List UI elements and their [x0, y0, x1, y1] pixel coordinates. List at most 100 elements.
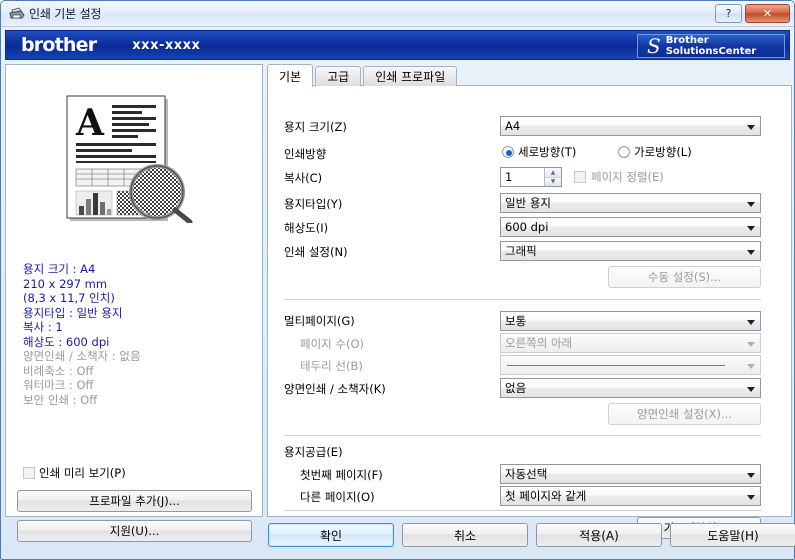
summary-paper-dimensions-mm: 210 x 297 mm — [23, 276, 108, 291]
chevron-down-icon — [747, 250, 755, 255]
orientation-landscape-label: 가로방향(L) — [634, 145, 692, 159]
multiple-page-value: 보통 — [505, 314, 527, 328]
paper-size-select[interactable]: A4 — [500, 116, 761, 136]
paper-source-label-row: 용지공급(E) — [284, 444, 343, 460]
orientation-label: 인쇄방향 — [284, 147, 327, 161]
manual-settings-button: 수동 설정(S)... — [608, 266, 761, 288]
copies-label-row: 복사(C) — [284, 170, 322, 186]
orientation-portrait-label: 세로방향(T) — [518, 145, 577, 159]
orientation-label-row: 인쇄방향 — [284, 146, 326, 162]
cancel-button[interactable]: 취소 — [402, 523, 528, 547]
printer-icon — [8, 6, 26, 22]
resolution-label-row: 해상도(I) — [284, 220, 328, 236]
summary-watermark: 워터마크 : Off — [23, 378, 94, 392]
tab-basic[interactable]: 기본 — [267, 64, 314, 87]
preview-panel: A 용지 크기: A4 210 x 297 mm (8,3 x 11,7 인치… — [5, 64, 263, 542]
apply-button[interactable]: 적용(A) — [536, 523, 662, 547]
radio-portrait-icon — [502, 146, 514, 158]
summary-resolution: 해상도 : 600 dpi — [23, 334, 110, 349]
dialog-button-bar: 확인 취소 적용(A) 도움말(H) — [268, 523, 795, 547]
first-page-label: 첫번째 페이지(F) — [300, 468, 383, 482]
support-button[interactable]: 지원(U)... — [17, 520, 252, 542]
settings-panel: 기본 고급 인쇄 프로파일 용지 크기(Z) A4 인쇄방향 세로방향(T) 가… — [267, 64, 792, 539]
multiple-page-label: 멀티페이지(G) — [284, 314, 355, 328]
close-icon[interactable]: ✕ — [745, 4, 790, 23]
stepper-up-icon[interactable]: ▲ — [545, 168, 561, 178]
media-type-select[interactable]: 일반 용지 — [500, 193, 761, 213]
border-line-label: 테두리 선(B) — [300, 359, 363, 373]
other-pages-label-row: 다른 페이지(O) — [300, 489, 375, 505]
copies-stepper[interactable]: 1 ▲ ▼ — [500, 167, 562, 187]
media-type-label: 용지타입(Y) — [284, 197, 343, 211]
print-settings-summary: 용지 크기 : A4 210 x 297 mm (8,3 x 11,7 인치) … — [23, 262, 141, 407]
divider-2 — [284, 435, 761, 436]
page-order-label: 페이지 수(O) — [300, 337, 364, 351]
chevron-down-icon — [747, 364, 755, 369]
chevron-down-icon — [747, 495, 755, 500]
multiple-page-select[interactable]: 보통 — [500, 311, 761, 331]
orientation-landscape-radio[interactable]: 가로방향(L) — [618, 144, 692, 160]
border-line-select — [500, 355, 761, 375]
duplex-label: 양면인쇄 / 소책자(K) — [284, 382, 386, 396]
window-title: 인쇄 기본 설정 — [29, 7, 102, 21]
main-content: A 용지 크기: A4 210 x 297 mm (8,3 x 11,7 인치… — [5, 64, 792, 542]
summary-paper-size: 용지 크기 : A4 — [23, 262, 96, 276]
summary-scaling: 비례축소 : Off — [23, 363, 94, 378]
paper-size-label-row: 용지 크기(Z) — [284, 119, 347, 135]
resolution-select[interactable]: 600 dpi — [500, 217, 761, 237]
stepper-down-icon[interactable]: ▼ — [545, 177, 561, 186]
page-order-select: 오른쪽의 아래 — [500, 333, 761, 353]
paper-size-label: 용지 크기(Z) — [284, 120, 347, 134]
tab-print-profiles[interactable]: 인쇄 프로파일 — [363, 66, 458, 86]
collate-checkbox-box-icon — [574, 171, 586, 183]
chevron-down-icon — [747, 342, 755, 347]
print-preview-label: 인쇄 미리 보기(P) — [39, 466, 126, 480]
divider-3 — [284, 510, 761, 511]
duplex-label-row: 양면인쇄 / 소책자(K) — [284, 381, 386, 397]
brother-logo: brother — [21, 34, 97, 56]
print-settings-label: 인쇄 설정(N) — [284, 245, 348, 259]
multiple-page-label-row: 멀티페이지(G) — [284, 313, 355, 329]
page-order-label-row: 페이지 수(O) — [300, 336, 364, 352]
page-order-value: 오른쪽의 아래 — [505, 336, 573, 350]
print-preview-checkbox[interactable]: 인쇄 미리 보기(P) — [23, 465, 126, 481]
border-line-style-swatch — [507, 364, 725, 366]
document-preview: A — [6, 65, 262, 263]
other-pages-source-select[interactable]: 첫 페이지와 같게 — [500, 486, 761, 506]
copies-value: 1 — [505, 170, 513, 184]
copies-stepper-buttons[interactable]: ▲ ▼ — [544, 168, 561, 186]
chevron-down-icon — [747, 320, 755, 325]
other-pages-label: 다른 페이지(O) — [300, 490, 375, 504]
tab-advanced[interactable]: 고급 — [315, 66, 362, 86]
checkbox-box-icon — [23, 467, 35, 479]
print-settings-value: 그래픽 — [505, 244, 537, 258]
print-settings-select[interactable]: 그래픽 — [500, 241, 761, 261]
first-page-label-row: 첫번째 페이지(F) — [300, 467, 383, 483]
orientation-portrait-radio[interactable]: 세로방향(T) — [502, 144, 576, 160]
title-bar: 인쇄 기본 설정 ? ✕ — [1, 1, 794, 27]
duplex-settings-button: 양면인쇄 설정(X)... — [608, 403, 761, 425]
collate-label: 페이지 정렬(E) — [591, 170, 664, 184]
media-type-label-row: 용지타입(Y) — [284, 196, 342, 212]
duplex-select[interactable]: 없음 — [500, 378, 761, 398]
copies-label: 복사(C) — [284, 171, 323, 185]
document-preview-illustration: A — [64, 93, 199, 226]
solutions-line-1: Brother — [665, 35, 709, 46]
summary-media-type: 용지타입 : 일반 용지 — [23, 305, 123, 320]
svg-text:A: A — [75, 102, 105, 144]
summary-copies: 복사 : 1 — [23, 320, 63, 334]
chevron-down-icon — [747, 473, 755, 478]
summary-secure-print: 보안 인쇄 : Off — [23, 392, 98, 407]
first-page-source-select[interactable]: 자동선택 — [500, 464, 761, 484]
first-page-source-value: 자동선택 — [505, 467, 548, 481]
help-dialog-button[interactable]: 도움말(H) — [670, 523, 795, 547]
solutions-line-2: SolutionsCenter — [665, 46, 757, 57]
divider-1 — [284, 299, 761, 300]
brother-solutions-center-button[interactable]: S Brother SolutionsCenter — [637, 34, 785, 58]
other-pages-source-value: 첫 페이지와 같게 — [505, 489, 587, 503]
ok-button[interactable]: 확인 — [268, 523, 394, 547]
basic-tab-panel: 용지 크기(Z) A4 인쇄방향 세로방향(T) 가로방향(L) 복사(C) 1… — [267, 85, 792, 539]
summary-paper-dimensions-inch: (8,3 x 11,7 인치) — [23, 291, 115, 305]
add-profile-button[interactable]: 프로파일 추가(J)... — [17, 490, 252, 512]
help-button[interactable]: ? — [715, 4, 742, 23]
